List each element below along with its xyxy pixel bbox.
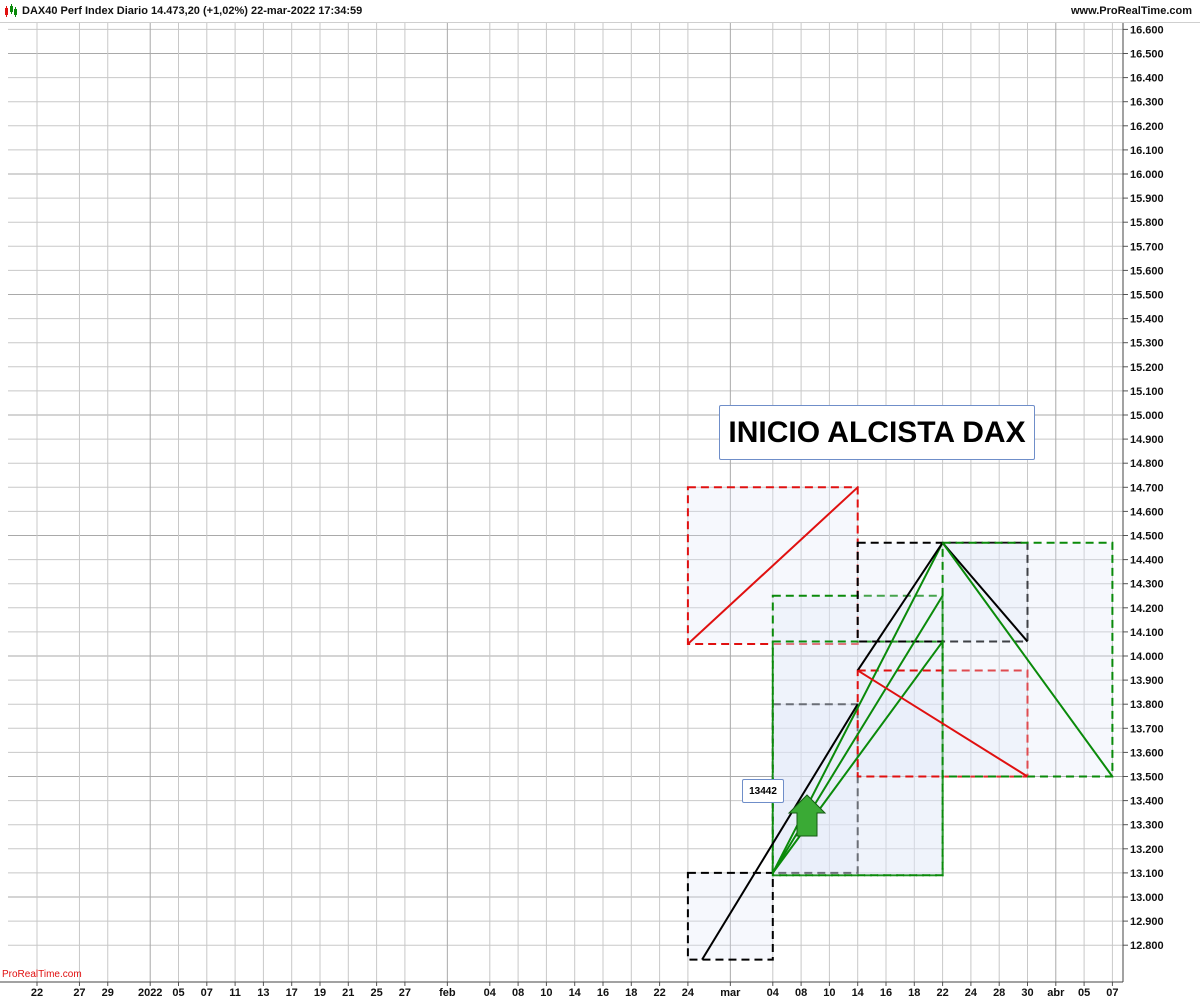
x-tick-label: 19 (314, 987, 326, 999)
y-tick-label: 13.900 (1130, 675, 1164, 687)
x-tick-label: 10 (540, 987, 552, 999)
x-tick-label: 05 (172, 987, 184, 999)
y-tick-label: 16.300 (1130, 97, 1164, 109)
x-tick-label: 08 (512, 987, 524, 999)
x-tick-label: feb (439, 987, 456, 999)
y-tick-label: 14.900 (1130, 434, 1164, 446)
x-tick-label: 24 (965, 987, 978, 999)
x-tick-label: 25 (370, 987, 382, 999)
y-tick-label: 15.800 (1130, 217, 1164, 229)
y-tick-label: 13.200 (1130, 844, 1164, 856)
box-layer (686, 486, 1114, 961)
x-tick-label: abr (1047, 987, 1065, 999)
y-tick-label: 16.400 (1130, 73, 1164, 85)
projection-box[interactable] (686, 871, 774, 961)
x-tick-label: 04 (767, 987, 780, 999)
y-tick-label: 15.900 (1130, 193, 1164, 205)
x-tick-label: 17 (286, 987, 298, 999)
grid-layer (8, 23, 1123, 982)
y-tick-label: 13.500 (1130, 772, 1164, 784)
x-tick-label: 18 (625, 987, 637, 999)
y-tick-label: 13.400 (1130, 796, 1164, 808)
x-tick-label: 28 (993, 987, 1005, 999)
y-tick-label: 15.200 (1130, 362, 1164, 374)
price-chart[interactable]: 12.800 12.900 13.000 13.100 13.200 13.300 13.4… (0, 0, 1200, 1000)
y-tick-label: 16.000 (1130, 169, 1164, 181)
y-tick-label: 14.800 (1130, 458, 1164, 470)
y-tick-label: 16.100 (1130, 145, 1164, 157)
y-tick-label: 14.600 (1130, 506, 1164, 518)
y-tick-label: 16.200 (1130, 121, 1164, 133)
y-tick-label: 13.000 (1130, 892, 1164, 904)
x-tick-label: 29 (102, 987, 114, 999)
y-tick-label: 15.400 (1130, 314, 1164, 326)
x-tick-label: 14 (569, 987, 582, 999)
x-tick-label: 04 (484, 987, 497, 999)
x-tick-label: 24 (682, 987, 695, 999)
x-tick-label: 07 (201, 987, 213, 999)
y-tick-label: 14.200 (1130, 603, 1164, 615)
x-tick-label: 10 (823, 987, 835, 999)
x-tick-label: 27 (399, 987, 411, 999)
y-tick-label: 15.300 (1130, 338, 1164, 350)
x-tick-label: 2022 (138, 987, 162, 999)
x-tick-label: 14 (852, 987, 865, 999)
price-tag: 13442 (742, 779, 784, 803)
x-tick-label: 05 (1078, 987, 1090, 999)
y-tick-label: 14.000 (1130, 651, 1164, 663)
y-tick-label: 14.500 (1130, 531, 1164, 543)
x-tick-label: 30 (1021, 987, 1033, 999)
y-tick-label: 15.600 (1130, 265, 1164, 277)
y-tick-label: 13.700 (1130, 723, 1164, 735)
annotation-banner: INICIO ALCISTA DAX (719, 405, 1035, 460)
y-tick-label: 12.800 (1130, 940, 1164, 952)
x-tick-label: 22 (936, 987, 948, 999)
x-tick-label: 08 (795, 987, 807, 999)
x-axis-labels: 22 27 29 2022 05 07 11 13 17 19 21 25 27 feb 04 08 10 14 1… (31, 987, 1119, 999)
y-tick-label: 13.600 (1130, 747, 1164, 759)
y-tick-label: 14.300 (1130, 579, 1164, 591)
y-tick-label: 13.300 (1130, 820, 1164, 832)
y-tick-label: 15.100 (1130, 386, 1164, 398)
x-tick-label: mar (720, 987, 741, 999)
y-tick-label: 16.600 (1130, 24, 1164, 36)
y-tick-label: 14.400 (1130, 555, 1164, 567)
x-tick-label: 16 (597, 987, 609, 999)
y-axis-labels: 12.800 12.900 13.000 13.100 13.200 13.300 13.4… (1130, 24, 1164, 952)
x-tick-label: 07 (1106, 987, 1118, 999)
y-tick-label: 16.500 (1130, 49, 1164, 61)
x-tick-label: 13 (257, 987, 269, 999)
x-tick-label: 21 (342, 987, 354, 999)
y-tick-label: 15.000 (1130, 410, 1164, 422)
x-tick-label: 22 (653, 987, 665, 999)
x-tick-label: 16 (880, 987, 892, 999)
x-tick-label: 11 (229, 987, 241, 999)
y-tick-label: 15.500 (1130, 290, 1164, 302)
x-tick-label: 18 (908, 987, 920, 999)
y-tick-label: 13.800 (1130, 699, 1164, 711)
y-tick-label: 13.100 (1130, 868, 1164, 880)
x-tick-label: 22 (31, 987, 43, 999)
watermark: ProRealTime.com (2, 969, 82, 980)
y-tick-label: 15.700 (1130, 241, 1164, 253)
y-tick-label: 14.700 (1130, 482, 1164, 494)
axis-layer (0, 23, 1128, 986)
y-tick-label: 14.100 (1130, 627, 1164, 639)
x-tick-label: 27 (73, 987, 85, 999)
y-tick-label: 12.900 (1130, 916, 1164, 928)
